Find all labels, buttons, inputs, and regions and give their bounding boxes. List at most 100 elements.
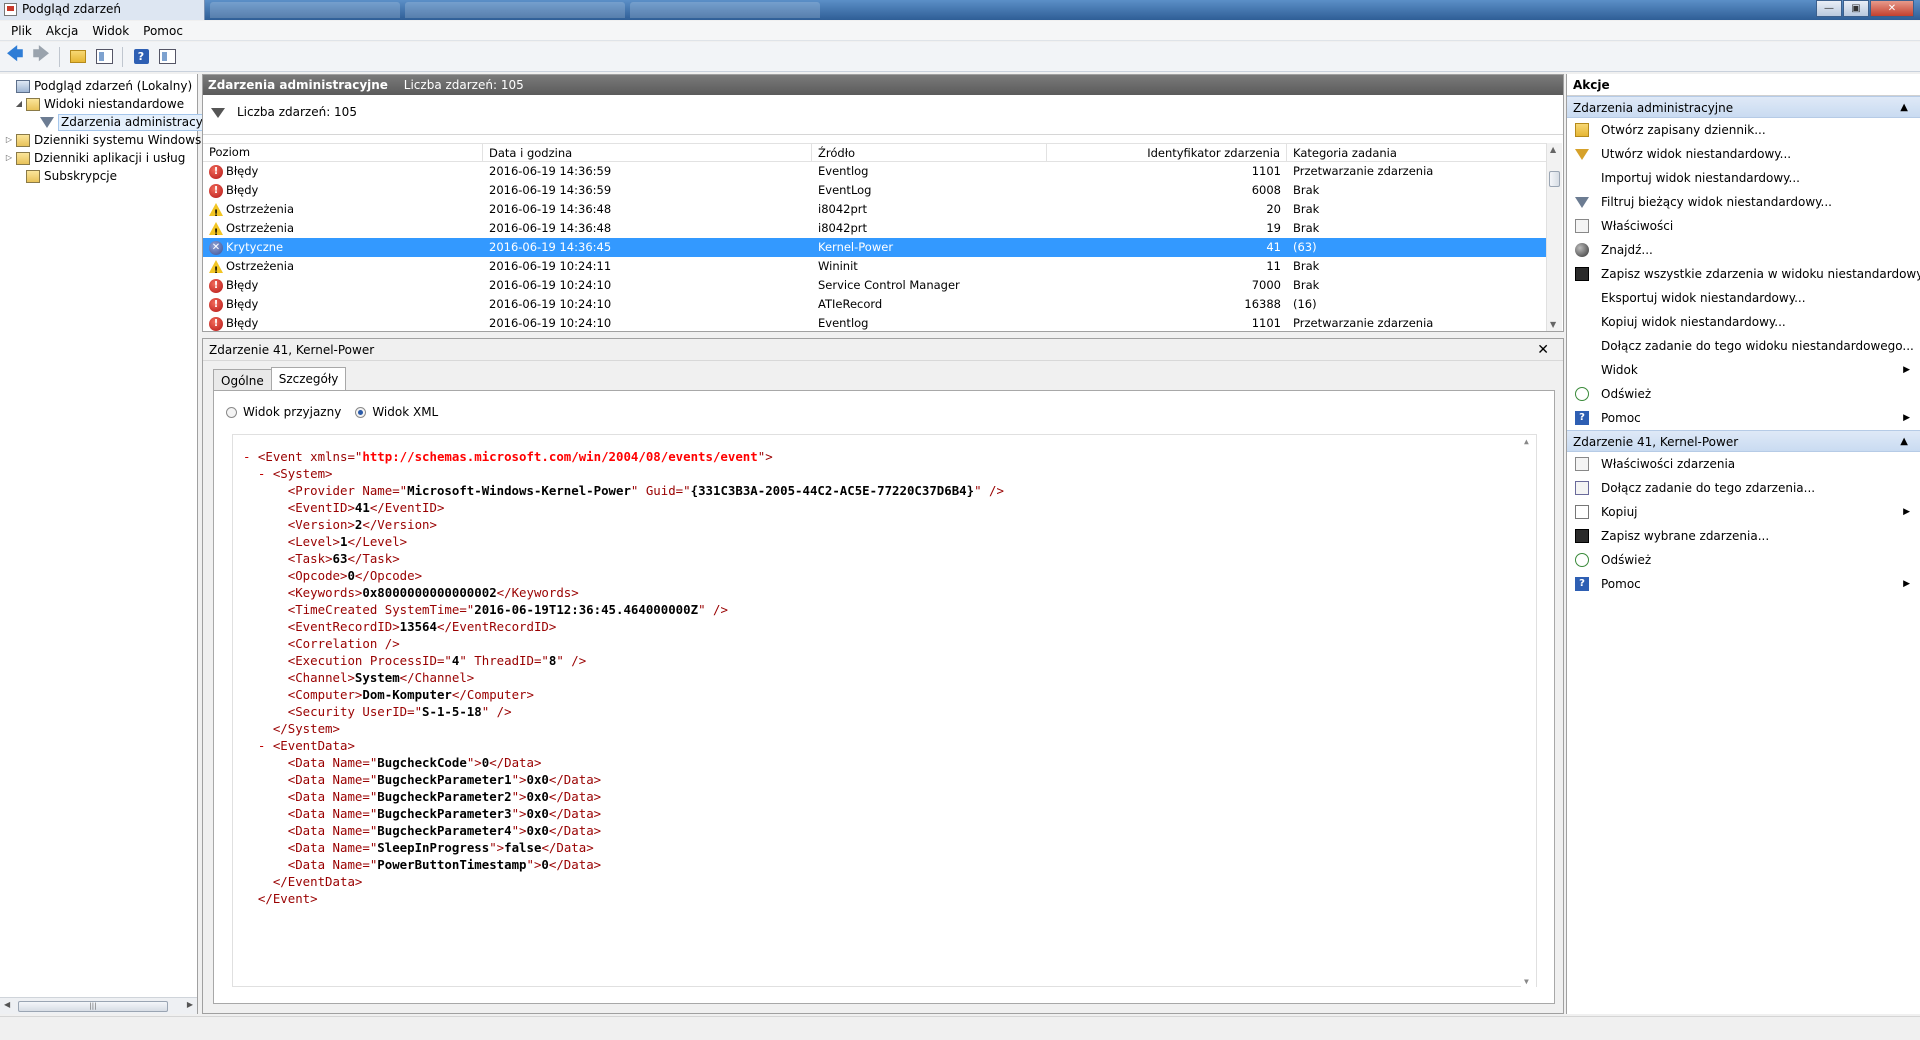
action-item[interactable]: Otwórz zapisany dziennik...	[1567, 118, 1920, 142]
tree-item-admin-events[interactable]: Zdarzenia administracyjne	[28, 113, 225, 131]
toolbar-separator	[59, 46, 60, 67]
radio-xml-view[interactable]: Widok XML	[355, 405, 438, 419]
action-item[interactable]: Kopiuj widok niestandardowy...	[1567, 310, 1920, 334]
cell-date: 2016-06-19 10:24:11	[489, 259, 612, 273]
action-item[interactable]: Odśwież	[1567, 548, 1920, 572]
column-header-event-id[interactable]: Identyfikator zdarzenia	[1047, 144, 1287, 161]
action-item[interactable]: Właściwości zdarzenia	[1567, 452, 1920, 476]
scroll-thumb[interactable]	[1549, 171, 1560, 187]
help-icon[interactable]: ?	[130, 46, 152, 68]
close-button[interactable]: ✕	[1870, 0, 1914, 17]
forward-arrow-icon[interactable]: 🡆	[30, 44, 52, 68]
action-item[interactable]: Importuj widok niestandardowy...	[1567, 166, 1920, 190]
collapse-triangle-icon[interactable]: ◢	[14, 95, 24, 113]
table-row[interactable]: ! Błędy 2016-06-19 14:36:59 EventLog 6008 Bra…	[203, 181, 1547, 200]
background-window-tab	[630, 2, 820, 18]
action-item[interactable]: Utwórz widok niestandardowy...	[1567, 142, 1920, 166]
table-row[interactable]: ! Błędy 2016-06-19 10:24:10 ATIeRecord 16388…	[203, 295, 1547, 314]
cell-date: 2016-06-19 14:36:59	[489, 183, 612, 197]
collapse-caret-icon[interactable]: ▲	[1900, 97, 1908, 119]
action-item[interactable]: Kopiuj ▶	[1567, 500, 1920, 524]
task-icon	[1575, 481, 1589, 495]
menu-action[interactable]: Akcja	[39, 21, 85, 40]
action-item[interactable]: Widok ▶	[1567, 358, 1920, 382]
tree-item-root[interactable]: Podgląd zdarzeń (Lokalny)	[4, 77, 192, 95]
action-item[interactable]: ? Pomoc ▶	[1567, 572, 1920, 596]
scroll-up-icon[interactable]: ▲	[1524, 437, 1529, 446]
submenu-arrow-icon: ▶	[1903, 579, 1910, 589]
xml-data-line: <Data Name="PowerButtonTimestamp">0</Dat…	[287, 857, 602, 872]
action-item[interactable]: Dołącz zadanie do tego widoku niestandar…	[1567, 334, 1920, 358]
event-detail-pane: Zdarzenie 41, Kernel-Power ✕ Ogólne Szcz…	[202, 338, 1564, 1014]
radio-button[interactable]	[226, 406, 237, 418]
column-header-date[interactable]: Data i godzina	[483, 144, 812, 161]
close-icon[interactable]: ✕	[1537, 339, 1549, 361]
radio-friendly-view[interactable]: Widok przyjazny	[226, 405, 341, 419]
submenu-arrow-icon: ▶	[1903, 413, 1910, 423]
xml-view[interactable]: - <Event xmlns="http://schemas.microsoft…	[232, 434, 1537, 988]
table-row[interactable]: Ostrzeżenia 2016-06-19 10:24:11 Wininit 11 B…	[203, 257, 1547, 276]
table-row[interactable]: ! Błędy 2016-06-19 14:36:59 Eventlog 1101 Prz…	[203, 162, 1547, 181]
back-arrow-icon[interactable]: 🡄	[4, 44, 26, 68]
tree-item-subscriptions[interactable]: Subskrypcje	[14, 167, 117, 185]
action-item[interactable]: Odśwież	[1567, 382, 1920, 406]
event-list-scrollbar[interactable]: ▲ ▼	[1546, 143, 1562, 331]
menu-file[interactable]: Plik	[4, 21, 39, 40]
action-item[interactable]: Właściwości	[1567, 214, 1920, 238]
scroll-right-icon[interactable]: ▶	[187, 1000, 193, 1009]
menu-help[interactable]: Pomoc	[136, 21, 190, 40]
cell-event-id: 41	[1266, 240, 1281, 254]
action-item[interactable]: ? Pomoc ▶	[1567, 406, 1920, 430]
minimize-button[interactable]: —	[1816, 0, 1842, 17]
xml-line: <Provider Name="Microsoft-Windows-Kernel…	[287, 483, 1004, 498]
up-folder-icon[interactable]	[67, 46, 89, 68]
column-header-level[interactable]: Poziom	[203, 144, 483, 161]
table-row[interactable]: ! Błędy 2016-06-19 10:24:10 Eventlog 1101 Prz…	[203, 314, 1547, 333]
maximize-button[interactable]: ▣	[1843, 0, 1869, 17]
tree-item-windows-logs[interactable]: ▷ Dzienniki systemu Windows	[4, 131, 201, 149]
tree-item-custom-views[interactable]: ◢ Widoki niestandardowe	[14, 95, 184, 113]
xml-content: - <Event xmlns="http://schemas.microsoft…	[243, 448, 1004, 907]
xml-scrollbar[interactable]: ▲ ▼	[1521, 435, 1536, 988]
actions-section-admin-events[interactable]: Zdarzenia administracyjne ▲	[1567, 96, 1920, 118]
action-item[interactable]: Zapisz wybrane zdarzenia...	[1567, 524, 1920, 548]
menu-view[interactable]: Widok	[85, 21, 136, 40]
xml-eventdata-close: </EventData>	[272, 874, 363, 889]
save-icon	[1575, 529, 1589, 543]
collapse-caret-icon[interactable]: ▲	[1900, 431, 1908, 453]
action-item[interactable]: Dołącz zadanie do tego zdarzenia...	[1567, 476, 1920, 500]
table-row[interactable]: Ostrzeżenia 2016-06-19 14:36:48 i8042prt 20…	[203, 200, 1547, 219]
actions-title: Akcje	[1567, 74, 1920, 96]
table-row[interactable]: ! Błędy 2016-06-19 10:24:10 Service Control…	[203, 276, 1547, 295]
tree-horizontal-scrollbar[interactable]: ◀ ||| ▶	[0, 997, 197, 1014]
action-item[interactable]: Znajdź...	[1567, 238, 1920, 262]
folder-icon	[16, 151, 30, 165]
table-row[interactable]: ✕ Krytyczne 2016-06-19 14:36:45 Kernel-Powe…	[203, 238, 1547, 257]
scroll-down-icon[interactable]: ▼	[1550, 320, 1556, 329]
tab-details[interactable]: Szczegóły	[270, 367, 347, 391]
radio-button[interactable]	[355, 406, 367, 418]
action-item[interactable]: Eksportuj widok niestandardowy...	[1567, 286, 1920, 310]
scroll-thumb[interactable]: |||	[18, 1001, 168, 1012]
column-header-source[interactable]: Źródło	[812, 144, 1047, 161]
subscriptions-icon	[26, 169, 40, 183]
tab-general[interactable]: Ogólne	[213, 369, 272, 391]
submenu-arrow-icon: ▶	[1903, 365, 1910, 375]
show-hide-tree-icon[interactable]	[93, 46, 115, 68]
scroll-left-icon[interactable]: ◀	[4, 1000, 10, 1009]
action-item[interactable]: Zapisz wszystkie zdarzenia w widoku nies…	[1567, 262, 1920, 286]
expand-triangle-icon[interactable]: ▷	[4, 131, 14, 149]
show-hide-action-pane-icon[interactable]	[156, 46, 178, 68]
action-item[interactable]: Filtruj bieżący widok niestandardowy...	[1567, 190, 1920, 214]
tree-item-app-logs[interactable]: ▷ Dzienniki aplikacji i usług	[4, 149, 185, 167]
error-icon: !	[209, 164, 223, 179]
expand-triangle-icon[interactable]: ▷	[4, 149, 14, 167]
cell-category: Brak	[1293, 259, 1320, 273]
column-header-category[interactable]: Kategoria zadania	[1287, 144, 1547, 161]
cell-date: 2016-06-19 10:24:10	[489, 278, 612, 292]
scroll-down-icon[interactable]: ▼	[1524, 977, 1529, 986]
error-icon: !	[209, 278, 223, 293]
actions-section-event[interactable]: Zdarzenie 41, Kernel-Power ▲	[1567, 430, 1920, 452]
scroll-up-icon[interactable]: ▲	[1550, 145, 1556, 154]
table-row[interactable]: Ostrzeżenia 2016-06-19 14:36:48 i8042prt 19…	[203, 219, 1547, 238]
